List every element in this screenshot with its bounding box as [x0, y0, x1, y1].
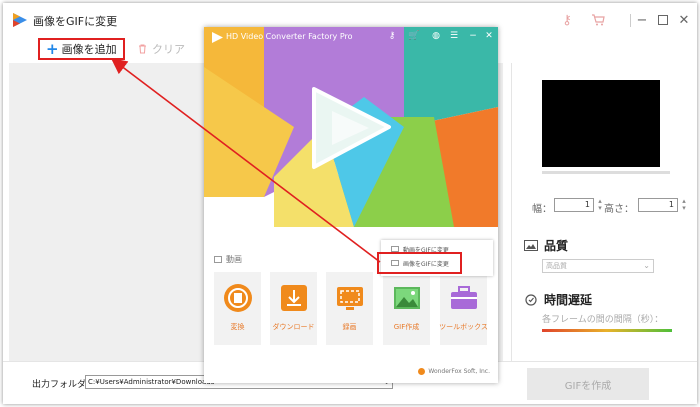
preview-image — [542, 80, 660, 167]
window-title: 画像をGIFに変更 — [33, 15, 118, 28]
hd-footer: WonderFox Soft, Inc. — [418, 368, 490, 375]
image-quality-icon — [524, 240, 538, 252]
gif-image-icon — [393, 287, 420, 309]
chevron-down-icon: ⌄ — [643, 261, 650, 270]
add-image-button[interactable]: + 画像を追加 — [38, 38, 125, 60]
tool-gif-maker[interactable]: GIF作成 — [383, 272, 430, 345]
key-icon[interactable]: ⚷ — [558, 11, 576, 29]
tool-record[interactable]: 録画 — [326, 272, 373, 345]
clock-icon — [524, 293, 538, 306]
hd-converter-window: HD Video Converter Factory Pro ⚷ 🛒 ◍ ☰ −… — [204, 27, 498, 383]
width-input[interactable]: 1 — [554, 198, 594, 212]
height-input[interactable]: 1 — [638, 198, 678, 212]
app-logo-icon — [13, 13, 27, 27]
quality-select[interactable]: 高品質 ⌄ — [542, 259, 654, 273]
video-icon — [214, 256, 222, 263]
close-icon[interactable]: ✕ — [675, 11, 693, 29]
preview-scrollbar[interactable] — [542, 171, 670, 174]
frame-interval-label: 各フレームの間の間隔（秒）： — [542, 315, 664, 325]
wonderfox-logo-icon — [418, 368, 426, 375]
download-icon — [280, 285, 307, 311]
tool-convert[interactable]: 変換 — [214, 272, 261, 345]
output-folder-path: C:¥Users¥Administrator¥Downloads — [88, 378, 215, 386]
height-label: 高さ： — [604, 204, 634, 215]
width-spinner[interactable]: ▴ ▾ — [596, 198, 604, 212]
hd-section-heading: 動画 — [214, 254, 242, 265]
minimize-icon[interactable]: − — [467, 30, 479, 42]
clear-label: クリア — [152, 43, 185, 56]
hd-banner-graphic — [204, 27, 498, 237]
maximize-icon[interactable] — [654, 11, 672, 29]
frame-interval-slider[interactable] — [542, 329, 672, 332]
trash-icon — [139, 44, 146, 54]
tool-label: 録画 — [342, 323, 357, 331]
clear-button[interactable]: クリア — [138, 41, 185, 57]
key-icon[interactable]: ⚷ — [386, 30, 398, 42]
screen-record-icon — [336, 287, 363, 310]
tool-toolbox[interactable]: ツールボックス — [439, 272, 488, 345]
toolbox-icon — [450, 286, 477, 309]
highlight-box — [377, 252, 462, 274]
tool-label: ダウンロード — [272, 323, 315, 331]
hd-footer-text: WonderFox Soft, Inc. — [428, 368, 490, 375]
width-label: 幅： — [532, 204, 552, 215]
hd-window-title: HD Video Converter Factory Pro — [226, 32, 353, 41]
delay-heading: 時間遅延 — [524, 291, 592, 308]
quality-title: 品質 — [544, 239, 569, 253]
plus-icon: + — [46, 39, 59, 58]
quality-heading: 品質 — [524, 237, 568, 254]
settings-panel: 幅： 1 ▴ ▾ 高さ： 1 ▴ ▾ 品質 高品質 ⌄ 時間遅延 各フレームの間の間… — [511, 63, 697, 361]
tool-download[interactable]: ダウンロード — [270, 272, 317, 345]
add-image-label: 画像を追加 — [61, 43, 117, 56]
minimize-icon[interactable]: − — [633, 11, 651, 29]
film-reel-icon — [223, 284, 252, 312]
close-icon[interactable]: ✕ — [483, 30, 495, 42]
title-separator — [630, 14, 631, 27]
tool-label: 変換 — [230, 323, 245, 331]
globe-icon[interactable]: ◍ — [430, 30, 442, 42]
quality-select-value: 高品質 — [546, 262, 567, 270]
hd-section-label: 動画 — [226, 255, 242, 264]
menu-icon[interactable]: ☰ — [448, 30, 460, 42]
cart-icon[interactable]: 🛒 — [408, 30, 420, 42]
cart-icon[interactable] — [589, 11, 607, 29]
create-gif-button[interactable]: GIFを作成 — [527, 368, 649, 400]
hd-logo-icon — [212, 32, 223, 43]
delay-title: 時間遅延 — [544, 293, 593, 307]
tool-label: GIF作成 — [393, 323, 420, 331]
height-spinner[interactable]: ▴ ▾ — [680, 198, 688, 212]
tool-label: ツールボックス — [439, 323, 488, 331]
